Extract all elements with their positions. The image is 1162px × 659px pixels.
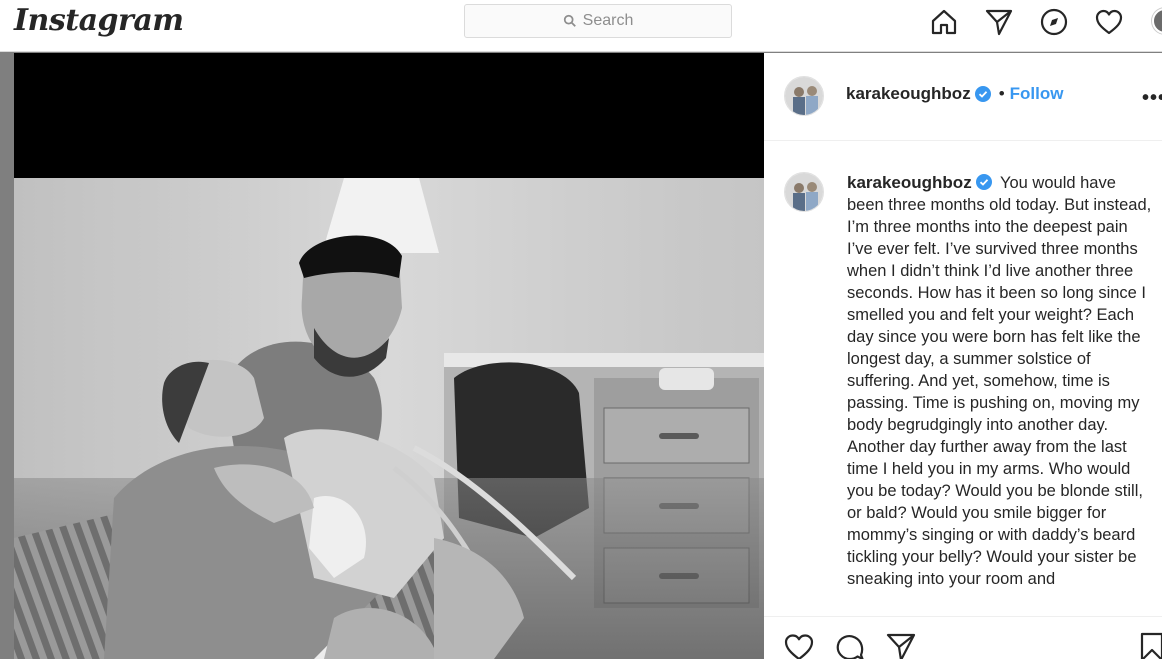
direct-icon[interactable] (983, 6, 1015, 38)
author-username[interactable]: karakeoughboz (846, 84, 971, 104)
caption-username[interactable]: karakeoughboz (847, 173, 972, 192)
top-navigation-bar: Instagram Search (0, 0, 1162, 52)
caption-verified-badge-icon (975, 174, 992, 190)
caption-text-block: karakeoughboz You would have been three … (847, 172, 1155, 590)
post-sidebar: karakeoughboz • Follow ••• karakeoughboz… (764, 53, 1162, 659)
more-options-icon[interactable]: ••• (1142, 87, 1162, 110)
post-media[interactable] (14, 53, 764, 659)
separator-dot: • (998, 84, 1005, 103)
post-photo (14, 178, 764, 659)
caption-section: karakeoughboz You would have been three … (764, 142, 1162, 616)
comment-icon[interactable] (834, 631, 866, 659)
share-icon[interactable] (885, 631, 917, 659)
overlay-backdrop[interactable] (0, 53, 14, 659)
home-icon[interactable] (928, 6, 960, 38)
like-icon[interactable] (783, 631, 815, 659)
nav-icons (928, 4, 1125, 40)
verified-badge-icon (974, 86, 991, 102)
activity-heart-icon[interactable] (1093, 6, 1125, 38)
post-actions (764, 616, 1162, 659)
search-icon (563, 14, 576, 27)
post-header: karakeoughboz • Follow ••• (764, 53, 1162, 141)
profile-avatar[interactable] (1152, 8, 1162, 34)
caption-text: You would have been three months old tod… (847, 174, 1152, 588)
author-avatar[interactable] (784, 76, 824, 116)
search-placeholder: Search (582, 12, 634, 29)
explore-icon[interactable] (1038, 6, 1070, 38)
follow-button[interactable]: Follow (1010, 84, 1064, 104)
header-row: karakeoughboz • Follow (846, 84, 1063, 104)
search-input[interactable]: Search (464, 4, 732, 38)
caption-author-avatar[interactable] (784, 172, 824, 212)
instagram-logo[interactable]: Instagram (14, 3, 184, 38)
save-icon[interactable] (1136, 631, 1162, 659)
